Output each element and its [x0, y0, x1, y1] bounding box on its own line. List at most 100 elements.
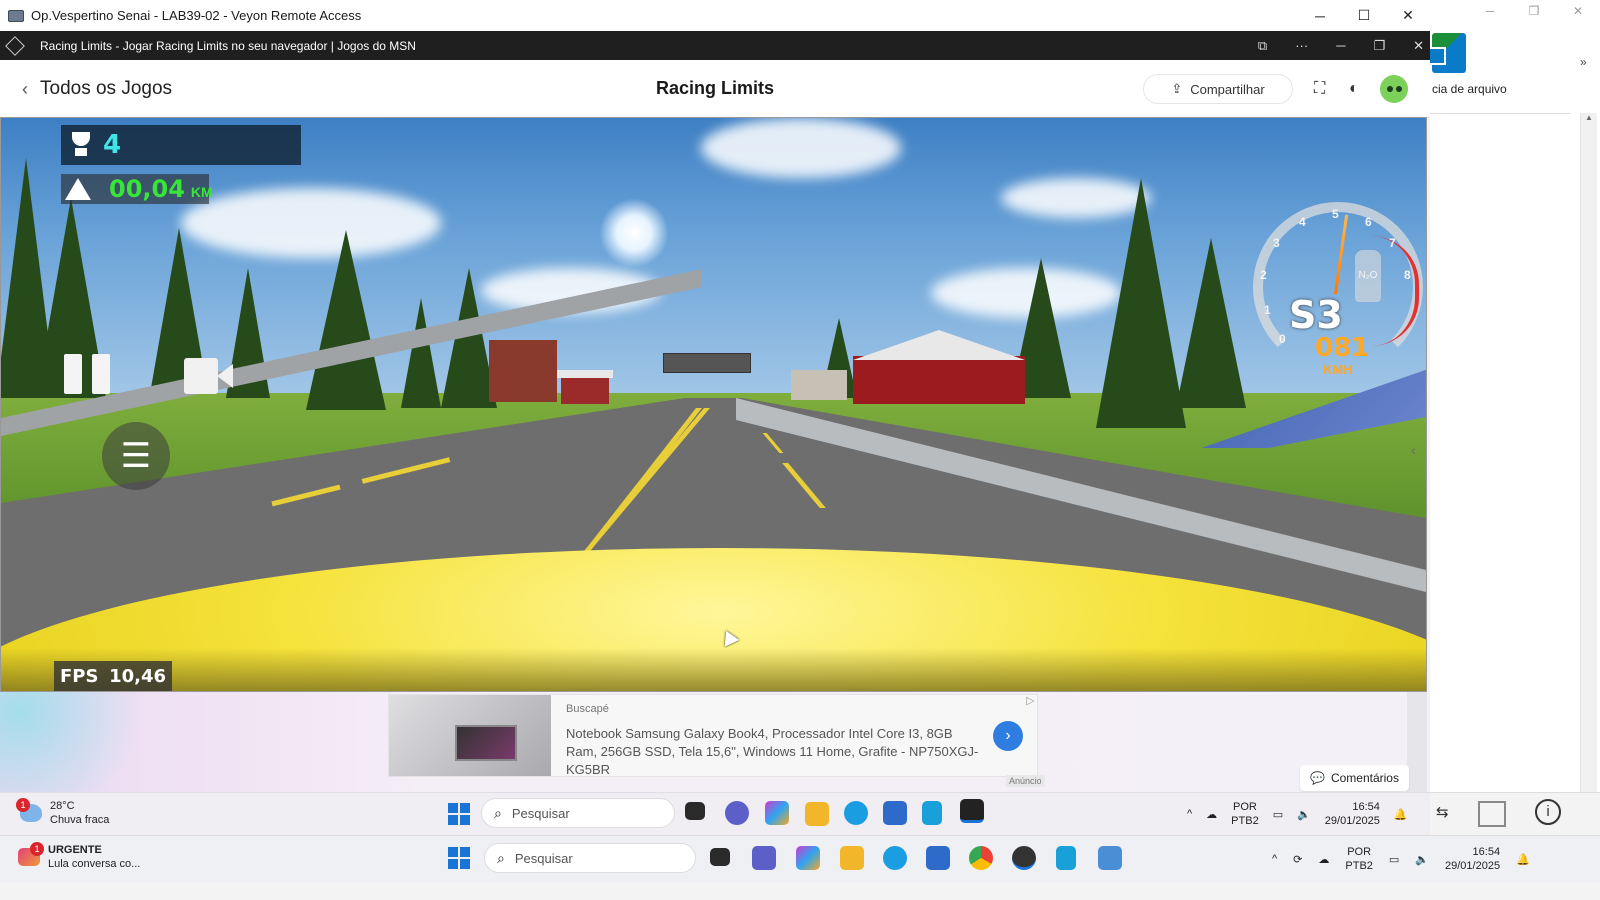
- onedrive-icon[interactable]: ☁: [1206, 808, 1217, 821]
- adchoices-icon[interactable]: ▷: [1026, 694, 1034, 707]
- browser-minimize-button[interactable]: ─: [1336, 38, 1345, 53]
- remote-desktop-icon[interactable]: [1098, 846, 1122, 870]
- tree: [306, 230, 386, 410]
- veyon-maximize-button[interactable]: ☐: [1342, 0, 1386, 31]
- network-icon[interactable]: ▭: [1273, 808, 1283, 821]
- file-explorer-icon[interactable]: [805, 802, 829, 826]
- weather-desc: Chuva fraca: [50, 814, 110, 826]
- ad-product-image[interactable]: [389, 695, 551, 776]
- sync-icon[interactable]: ⇆: [1436, 803, 1449, 821]
- ad-brand: Buscapé: [566, 703, 609, 715]
- chrome-icon[interactable]: [969, 846, 993, 870]
- search-placeholder: Pesquisar: [511, 805, 570, 821]
- share-label: Compartilhar: [1190, 81, 1265, 97]
- store-icon[interactable]: [883, 801, 907, 825]
- share-button[interactable]: ⇪ Compartilhar: [1143, 74, 1293, 104]
- grid-view-icon[interactable]: [1478, 801, 1506, 827]
- theme-toggle-icon[interactable]: ◐: [1349, 80, 1359, 98]
- background-file-label: cia de arquivo: [1432, 82, 1507, 96]
- tray-overflow-chevron[interactable]: ^: [1187, 808, 1192, 820]
- ad-text[interactable]: Notebook Samsung Galaxy Book4, Processad…: [566, 725, 986, 779]
- store-icon[interactable]: [926, 846, 950, 870]
- language-indicator[interactable]: POR PTB2: [1345, 845, 1373, 873]
- fps-label: FPS: [60, 665, 99, 687]
- language-indicator[interactable]: POR PTB2: [1231, 800, 1259, 828]
- more-options-icon[interactable]: ···: [1295, 38, 1308, 53]
- veyon-close-button[interactable]: ✕: [1386, 0, 1430, 31]
- task-view-icon[interactable]: [685, 802, 705, 820]
- road-warning-icon: [65, 178, 91, 200]
- veyon-window-controls: ─ ☐ ✕: [1298, 0, 1430, 31]
- edge-icon[interactable]: [883, 846, 907, 870]
- trophy-count: 4: [103, 130, 122, 160]
- volume-icon[interactable]: 🔈: [1415, 853, 1429, 866]
- browser-restore-button[interactable]: ❐: [1373, 38, 1385, 54]
- notepad-icon[interactable]: [1056, 846, 1076, 870]
- taskbar-search-input[interactable]: ⌕ Pesquisar: [484, 843, 696, 873]
- game-canvas[interactable]: 4 00,04 KM ☰ 0 1 2 3 4 5 6 7 8 N₂O S3 08…: [0, 117, 1427, 692]
- ad-card[interactable]: Buscapé Notebook Samsung Galaxy Book4, P…: [388, 694, 1038, 777]
- page-scrollbar[interactable]: [1407, 692, 1427, 792]
- background-close-button[interactable]: ✕: [1556, 0, 1600, 22]
- file-explorer-icon[interactable]: [840, 846, 864, 870]
- teams-icon[interactable]: [752, 846, 776, 870]
- background-scrollbar[interactable]: ▲: [1580, 113, 1597, 810]
- red-house: [853, 356, 1025, 404]
- browser-close-button[interactable]: ✕: [1413, 38, 1424, 54]
- edge-icon[interactable]: [844, 801, 868, 825]
- background-minimize-button[interactable]: ─: [1468, 0, 1512, 22]
- camera-icon[interactable]: [184, 358, 234, 394]
- background-restore-button[interactable]: ❐: [1512, 0, 1556, 22]
- scroll-up-icon[interactable]: ▲: [1581, 113, 1597, 122]
- m365-icon[interactable]: [765, 801, 789, 825]
- background-overflow-chevron[interactable]: »: [1580, 55, 1587, 69]
- side-panel-toggle[interactable]: ‹: [1407, 117, 1427, 692]
- notepad-icon[interactable]: [922, 801, 942, 825]
- start-icon[interactable]: [448, 847, 470, 869]
- browser-controls: ⧉ ··· ─ ❐ ✕: [1258, 31, 1424, 60]
- info-icon[interactable]: i: [1535, 799, 1561, 825]
- gauge-tick: 7: [1389, 236, 1396, 250]
- lang-top: POR: [1347, 846, 1372, 858]
- veyon-icon[interactable]: [1012, 846, 1036, 870]
- car-hood-shadow: [1, 648, 1426, 691]
- fps-value: 10,46: [109, 665, 166, 687]
- m365-icon[interactable]: [796, 846, 820, 870]
- billboard: [663, 353, 751, 373]
- volume-icon[interactable]: 🔈: [1297, 808, 1311, 821]
- task-view-icon[interactable]: [710, 848, 730, 866]
- gauge-tick: 5: [1332, 207, 1339, 221]
- cast-icon[interactable]: ⧉: [1258, 38, 1267, 54]
- news-widget[interactable]: 1 URGENTE Lula conversa co...: [18, 842, 140, 871]
- fullscreen-icon[interactable]: ⛶: [1314, 80, 1325, 98]
- comments-label: Comentários: [1330, 771, 1399, 785]
- gauge-tick: 6: [1365, 215, 1372, 229]
- search-icon: ⌕: [494, 804, 502, 821]
- sync-status-icon[interactable]: ⟳: [1293, 853, 1302, 866]
- tree: [1096, 178, 1186, 428]
- avatar[interactable]: [1380, 75, 1408, 103]
- veyon-minimize-button[interactable]: ─: [1298, 0, 1342, 31]
- comments-button[interactable]: 💬 Comentários: [1300, 765, 1409, 791]
- weather-widget[interactable]: 1 28°C Chuva fraca: [16, 798, 110, 827]
- clock[interactable]: 16:54 29/01/2025: [1325, 800, 1380, 828]
- file-history-icon[interactable]: [1428, 33, 1466, 73]
- start-icon[interactable]: [448, 803, 470, 825]
- pause-icon[interactable]: [64, 354, 114, 394]
- network-icon[interactable]: ▭: [1389, 853, 1399, 866]
- tray-overflow-chevron[interactable]: ^: [1272, 853, 1277, 865]
- onedrive-icon[interactable]: ☁: [1318, 853, 1329, 866]
- notification-icon[interactable]: 🔔: [1516, 853, 1530, 866]
- headlights-icon[interactable]: ☰: [102, 422, 170, 490]
- sun: [599, 198, 669, 268]
- clock-date: 29/01/2025: [1324, 815, 1380, 827]
- distance-counter: 00,04 KM: [61, 174, 213, 204]
- teams-chat-icon[interactable]: [725, 801, 749, 825]
- notification-bell-icon[interactable]: 🔔: [1394, 808, 1408, 821]
- racing-game-taskbar-icon[interactable]: [960, 799, 984, 823]
- taskbar-search-input[interactable]: ⌕ Pesquisar: [481, 798, 675, 828]
- clock[interactable]: 16:54 29/01/2025: [1445, 845, 1500, 873]
- weather-temp: 28°C: [50, 800, 75, 812]
- lang-bottom: PTB2: [1231, 815, 1259, 827]
- ad-go-button[interactable]: ›: [993, 721, 1023, 751]
